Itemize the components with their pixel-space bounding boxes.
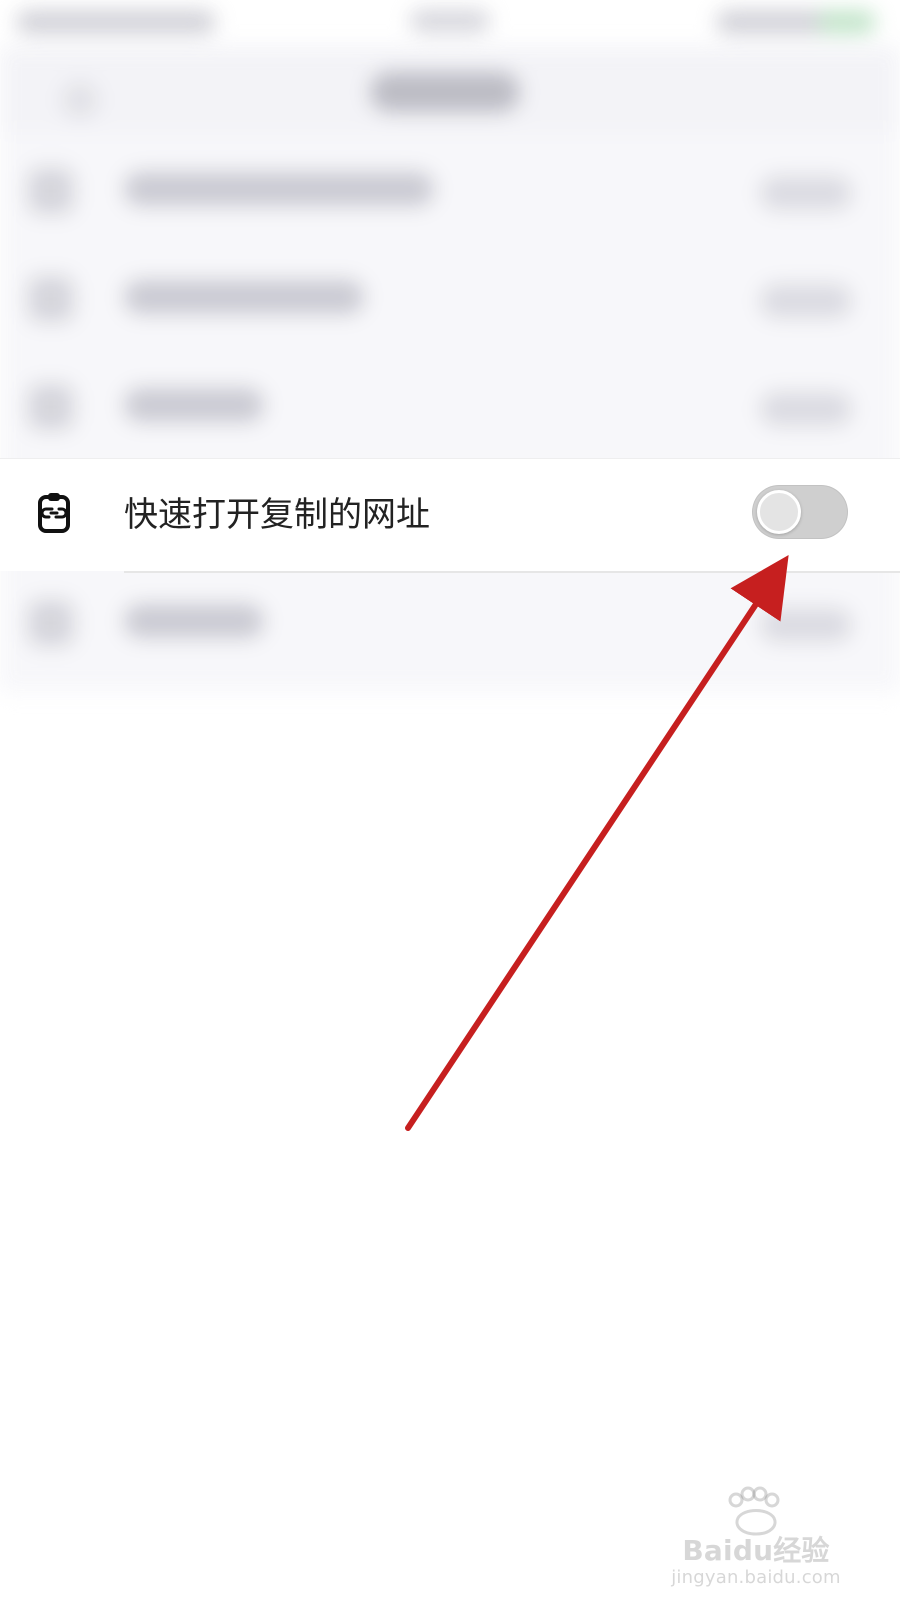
status-right-placeholder <box>716 10 876 34</box>
settings-row-open-copied-url[interactable]: 快速打开复制的网址 <box>0 458 900 571</box>
settings-row-label-placeholder <box>124 280 364 314</box>
status-center-placeholder <box>410 10 490 32</box>
watermark-url: jingyan.baidu.com <box>671 1567 841 1588</box>
back-icon[interactable] <box>62 82 98 118</box>
settings-row-label-placeholder <box>124 604 264 638</box>
settings-row-blurred[interactable] <box>0 564 900 672</box>
watermark-brand: Baidu经验 <box>682 1534 830 1567</box>
settings-row-blurred[interactable] <box>0 240 900 348</box>
settings-screen: 快速打开复制的网址 Baidu经验 jingyan.baidu.com <box>0 0 900 1600</box>
toggle-knob <box>757 490 801 534</box>
settings-list-blurred <box>0 132 900 692</box>
settings-row-label-placeholder <box>124 172 434 206</box>
blurred-background <box>0 0 900 760</box>
settings-row-value-placeholder <box>760 392 852 426</box>
status-left-placeholder <box>16 10 216 34</box>
settings-row-value-placeholder <box>760 608 852 642</box>
open-copied-url-toggle[interactable] <box>752 485 848 539</box>
settings-row-blurred[interactable] <box>0 132 900 240</box>
settings-row-icon <box>28 384 74 430</box>
nav-title-placeholder <box>370 72 520 112</box>
settings-row-value-placeholder <box>760 176 852 210</box>
settings-row-label-placeholder <box>124 388 264 422</box>
settings-row-label: 快速打开复制的网址 <box>124 495 430 535</box>
row-divider <box>124 571 900 573</box>
baidu-paw-logo-icon <box>728 1486 780 1536</box>
clipboard-link-icon <box>30 489 78 537</box>
settings-row-icon <box>28 600 74 646</box>
settings-row-blurred[interactable] <box>0 348 900 456</box>
settings-row-value-placeholder <box>760 284 852 318</box>
settings-row-icon <box>28 276 74 322</box>
settings-row-icon <box>28 168 74 214</box>
status-bar <box>0 0 900 46</box>
nav-bar <box>0 46 900 132</box>
baidu-jingyan-watermark: Baidu经验 jingyan.baidu.com <box>656 1482 856 1588</box>
